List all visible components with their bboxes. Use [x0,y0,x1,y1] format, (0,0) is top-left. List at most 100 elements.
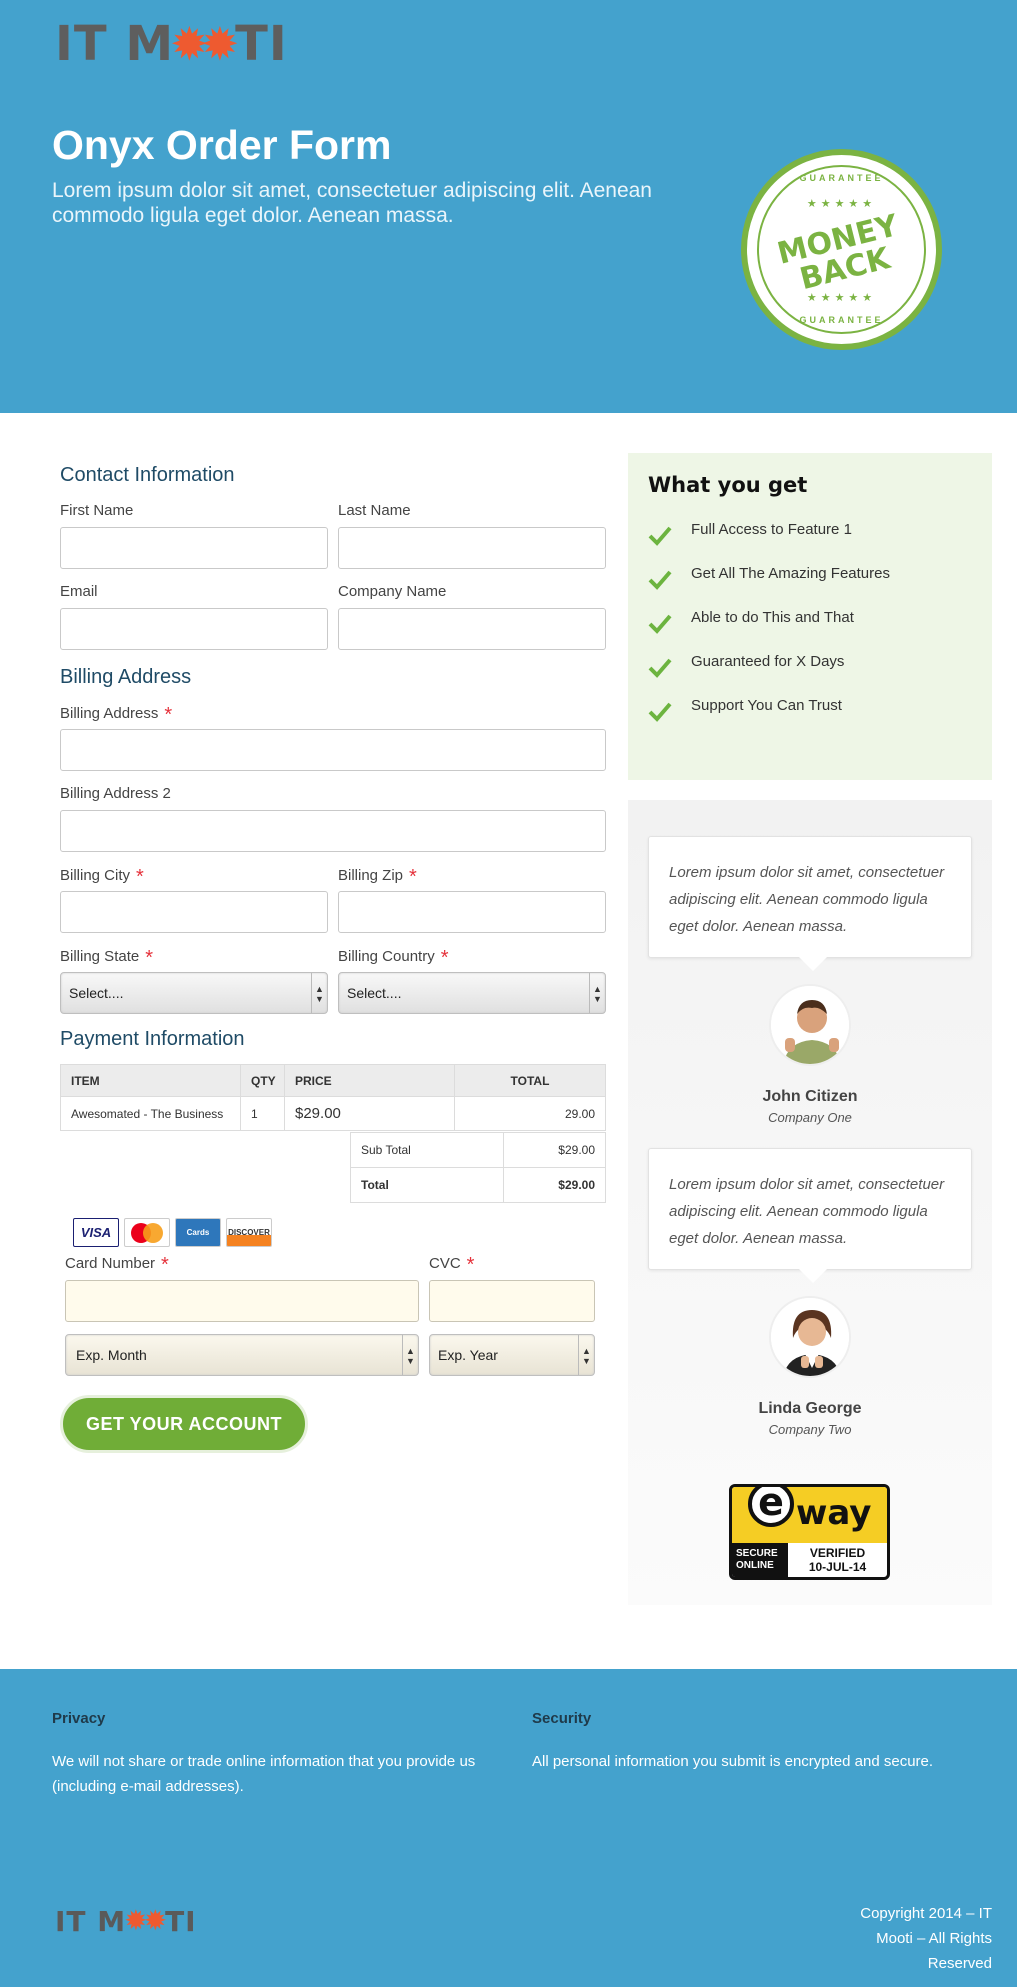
seal-ring-text: GUARANTEE [799,173,884,183]
seal-inner-ring: GUARANTEE ★★★★★ MONEY BACK ★★★★★ GUARANT… [757,165,926,334]
eway-verified-block: VERIFIED 10-JUL-14 [788,1543,887,1577]
security-title: Security [532,1710,592,1727]
site-logo[interactable]: IT M ✹ ✹ TI [55,16,288,72]
first-name-field[interactable] [60,527,328,569]
billing-city-field[interactable] [60,891,328,933]
billing-state-select[interactable]: Select.... ▲ ▼ [60,972,328,1014]
privacy-title: Privacy [52,1710,106,1727]
billing-section-title: Billing Address [60,666,192,688]
security-text: All personal information you submit is e… [532,1753,934,1770]
card-number-field[interactable] [65,1280,419,1322]
required-mark: * [466,1254,475,1276]
label-text: Billing State [60,948,140,965]
list-item: Guaranteed for X Days [648,653,890,697]
total-row: Total $29.00 [350,1167,606,1203]
money-back-seal: GUARANTEE ★★★★★ MONEY BACK ★★★★★ GUARANT… [741,149,942,350]
person-icon [771,1298,849,1376]
benefit-text: Get All The Amazing Features [691,565,890,582]
logo-text-left: IT M [55,16,175,72]
col-header-price: PRICE [284,1064,455,1097]
updown-arrows-icon: ▲ ▼ [311,973,327,1013]
check-icon [648,614,672,634]
contact-section-title: Contact Information [60,464,235,486]
footer-logo[interactable]: IT M ✹ ✹ TI [55,1903,197,1939]
seal-ring-text: GUARANTEE [799,315,884,325]
table-row: Awesomated - The Business 1 $29.00 29.00 [60,1096,606,1131]
label-text: Billing Zip [338,867,404,884]
billing-zip-field[interactable] [338,891,606,933]
eway-verified-text: VERIFIED [809,1546,866,1560]
eway-verified-badge[interactable]: e way SECURE ONLINE VERIFIED 10-JUL-14 [729,1484,890,1580]
company-field[interactable] [338,608,606,650]
check-icon [648,526,672,546]
eway-logo-area: e way [732,1487,887,1543]
accepted-cards: VISA Cards DISCOVER [73,1218,272,1247]
last-name-label: Last Name [338,502,411,519]
table-header-row: ITEM QTY PRICE TOTAL [60,1064,606,1097]
discover-card-icon: DISCOVER [226,1218,272,1247]
mc-circle-orange [143,1223,163,1243]
order-totals-table: Sub Total $29.00 Total $29.00 [350,1132,606,1203]
email-label: Email [60,583,98,600]
billing-address-field[interactable] [60,729,606,771]
billing-address2-field[interactable] [60,810,606,852]
get-account-button[interactable]: GET YOUR ACCOUNT [60,1395,308,1453]
list-item: Full Access to Feature 1 [648,521,890,565]
testimonial-quote: Lorem ipsum dolor sit amet, consectetuer… [648,1148,972,1283]
billing-address2-label: Billing Address 2 [60,785,171,802]
billing-country-label: Billing Country * [338,947,449,970]
testimonial-company: Company One [768,1110,852,1125]
updown-arrows-icon: ▲ ▼ [402,1335,418,1375]
cvc-field[interactable] [429,1280,595,1322]
select-value: Select.... [69,985,124,1001]
check-icon [648,570,672,590]
label-text: Billing Country [338,948,435,965]
benefits-panel: What you get Full Access to Feature 1 Ge… [628,453,992,780]
billing-city-label: Billing City * [60,866,144,889]
list-item: Support You Can Trust [648,697,890,741]
benefit-text: Full Access to Feature 1 [691,521,852,538]
gear-icon: ✹ [200,17,240,71]
check-icon [648,658,672,678]
eway-badge-footer: SECURE ONLINE VERIFIED 10-JUL-14 [732,1543,887,1577]
select-value: Exp. Year [438,1347,498,1363]
avatar [769,1296,851,1378]
eway-e-icon: e [748,1487,794,1527]
label-text: CVC [429,1255,461,1272]
label-text: Billing Address [60,705,159,722]
seal-stars: ★★★★★ [806,198,877,210]
logo-text-right: TI [235,16,288,72]
billing-address-label: Billing Address * [60,704,172,727]
required-mark: * [440,947,449,969]
eway-brand-text: way [796,1493,872,1533]
site-footer: Privacy We will not share or trade onlin… [0,1669,1017,1987]
col-header-qty: QTY [240,1064,285,1097]
payment-section-title: Payment Information [60,1028,245,1050]
billing-country-select[interactable]: Select.... ▲ ▼ [338,972,606,1014]
subtotal-row: Sub Total $29.00 [350,1132,606,1168]
visa-card-icon: VISA [73,1218,119,1247]
order-items-table: ITEM QTY PRICE TOTAL Awesomated - The Bu… [60,1064,606,1131]
hero-banner: IT M ✹ ✹ TI Onyx Order Form Lorem ipsum … [0,0,1017,413]
required-mark: * [145,947,154,969]
exp-year-select[interactable]: Exp. Year ▲ ▼ [429,1334,595,1376]
card-number-label: Card Number * [65,1254,169,1277]
logo-text-left: IT M [55,1904,127,1938]
last-name-field[interactable] [338,527,606,569]
seal-stars: ★★★★★ [806,292,877,304]
required-mark: * [164,704,173,726]
mastercard-card-icon [124,1218,170,1247]
email-field[interactable] [60,608,328,650]
subtotal-value: $29.00 [503,1132,606,1168]
benefit-text: Guaranteed for X Days [691,653,845,670]
seal-text: MONEY BACK [754,206,929,304]
total-value: $29.00 [503,1167,606,1203]
list-item: Able to do This and That [648,609,890,653]
label-text: Card Number [65,1255,156,1272]
updown-arrows-icon: ▲ ▼ [589,973,605,1013]
benefit-text: Support You Can Trust [691,697,842,714]
exp-month-select[interactable]: Exp. Month ▲ ▼ [65,1334,419,1376]
first-name-label: First Name [60,502,134,519]
select-value: Exp. Month [76,1347,147,1363]
benefit-text: Able to do This and That [691,609,854,626]
